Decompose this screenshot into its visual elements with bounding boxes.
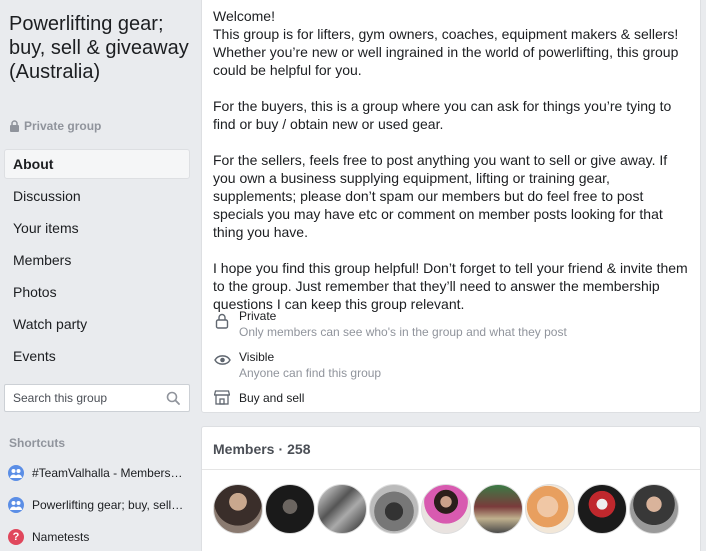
group-search-input[interactable] <box>5 386 155 410</box>
group-nav: About Discussion Your items Members Phot… <box>4 149 190 373</box>
group-icon <box>8 465 24 481</box>
members-card: Members · 258 <box>201 426 701 551</box>
buy-sell-attribute: Buy and sell <box>213 389 304 407</box>
visibility-attribute: Visible Anyone can find this group <box>213 349 381 381</box>
shortcut-powerlifting-gear[interactable]: Powerlifting gear; buy, sell & giveaway <box>8 492 194 518</box>
member-avatar[interactable] <box>317 484 367 534</box>
member-avatar[interactable] <box>265 484 315 534</box>
nav-item-photos[interactable]: Photos <box>4 277 190 307</box>
left-sidebar: Powerlifting gear; buy, sell & giveaway … <box>0 0 196 551</box>
nav-item-watch-party[interactable]: Watch party <box>4 309 190 339</box>
eye-icon <box>213 354 231 372</box>
member-avatar[interactable] <box>421 484 471 534</box>
member-avatars <box>213 484 679 534</box>
member-avatar[interactable] <box>473 484 523 534</box>
divider <box>202 469 700 470</box>
shortcut-label: Nametests <box>32 530 90 544</box>
privacy-title: Private <box>239 309 277 323</box>
nav-item-your-items[interactable]: Your items <box>4 213 190 243</box>
question-icon: ? <box>8 529 24 545</box>
group-title[interactable]: Powerlifting gear; buy, sell & giveaway … <box>9 12 194 84</box>
group-icon <box>8 497 24 513</box>
description-paragraph: For the sellers, feels free to post anyt… <box>213 152 668 240</box>
shortcut-team-valhalla[interactable]: #TeamValhalla - Members Only <box>8 460 194 486</box>
storefront-icon <box>213 389 231 407</box>
shortcuts-header: Shortcuts <box>9 436 66 450</box>
members-label: Members <box>213 441 275 457</box>
group-description: Welcome! This group is for lifters, gym … <box>213 7 693 313</box>
member-avatar[interactable] <box>577 484 627 534</box>
description-paragraph: Welcome! This group is for lifters, gym … <box>213 8 679 78</box>
buy-sell-label: Buy and sell <box>239 391 305 405</box>
nav-item-discussion[interactable]: Discussion <box>4 181 190 211</box>
shortcut-label: #TeamValhalla - Members Only <box>32 466 184 480</box>
visibility-title: Visible <box>239 350 275 364</box>
shortcuts-list: #TeamValhalla - Members Only Powerliftin… <box>8 460 194 551</box>
nav-item-members[interactable]: Members <box>4 245 190 275</box>
group-page: Powerlifting gear; buy, sell & giveaway … <box>0 0 706 551</box>
member-avatar[interactable] <box>213 484 263 534</box>
privacy-attribute: Private Only members can see who's in th… <box>213 308 567 340</box>
member-avatar[interactable] <box>629 484 679 534</box>
lock-icon <box>213 313 231 331</box>
shortcut-nametests[interactable]: ? Nametests <box>8 524 194 550</box>
lock-icon <box>10 120 19 132</box>
nav-item-about[interactable]: About <box>4 149 190 179</box>
privacy-label: Private group <box>24 119 102 133</box>
privacy-indicator: Private group <box>9 118 101 134</box>
privacy-description: Only members can see who's in the group … <box>239 325 567 339</box>
member-avatar[interactable] <box>525 484 575 534</box>
description-paragraph: I hope you find this group helpful! Don’… <box>213 260 688 312</box>
members-header[interactable]: Members · 258 <box>213 441 311 457</box>
group-search <box>4 384 190 412</box>
visibility-description: Anyone can find this group <box>239 366 382 380</box>
search-icon[interactable] <box>166 391 180 405</box>
member-avatar[interactable] <box>369 484 419 534</box>
description-paragraph: For the buyers, this is a group where yo… <box>213 98 672 132</box>
nav-item-events[interactable]: Events <box>4 341 190 371</box>
about-card: Welcome! This group is for lifters, gym … <box>201 0 701 413</box>
members-count: 258 <box>287 441 311 457</box>
shortcut-label: Powerlifting gear; buy, sell & giveaway <box>32 498 184 512</box>
